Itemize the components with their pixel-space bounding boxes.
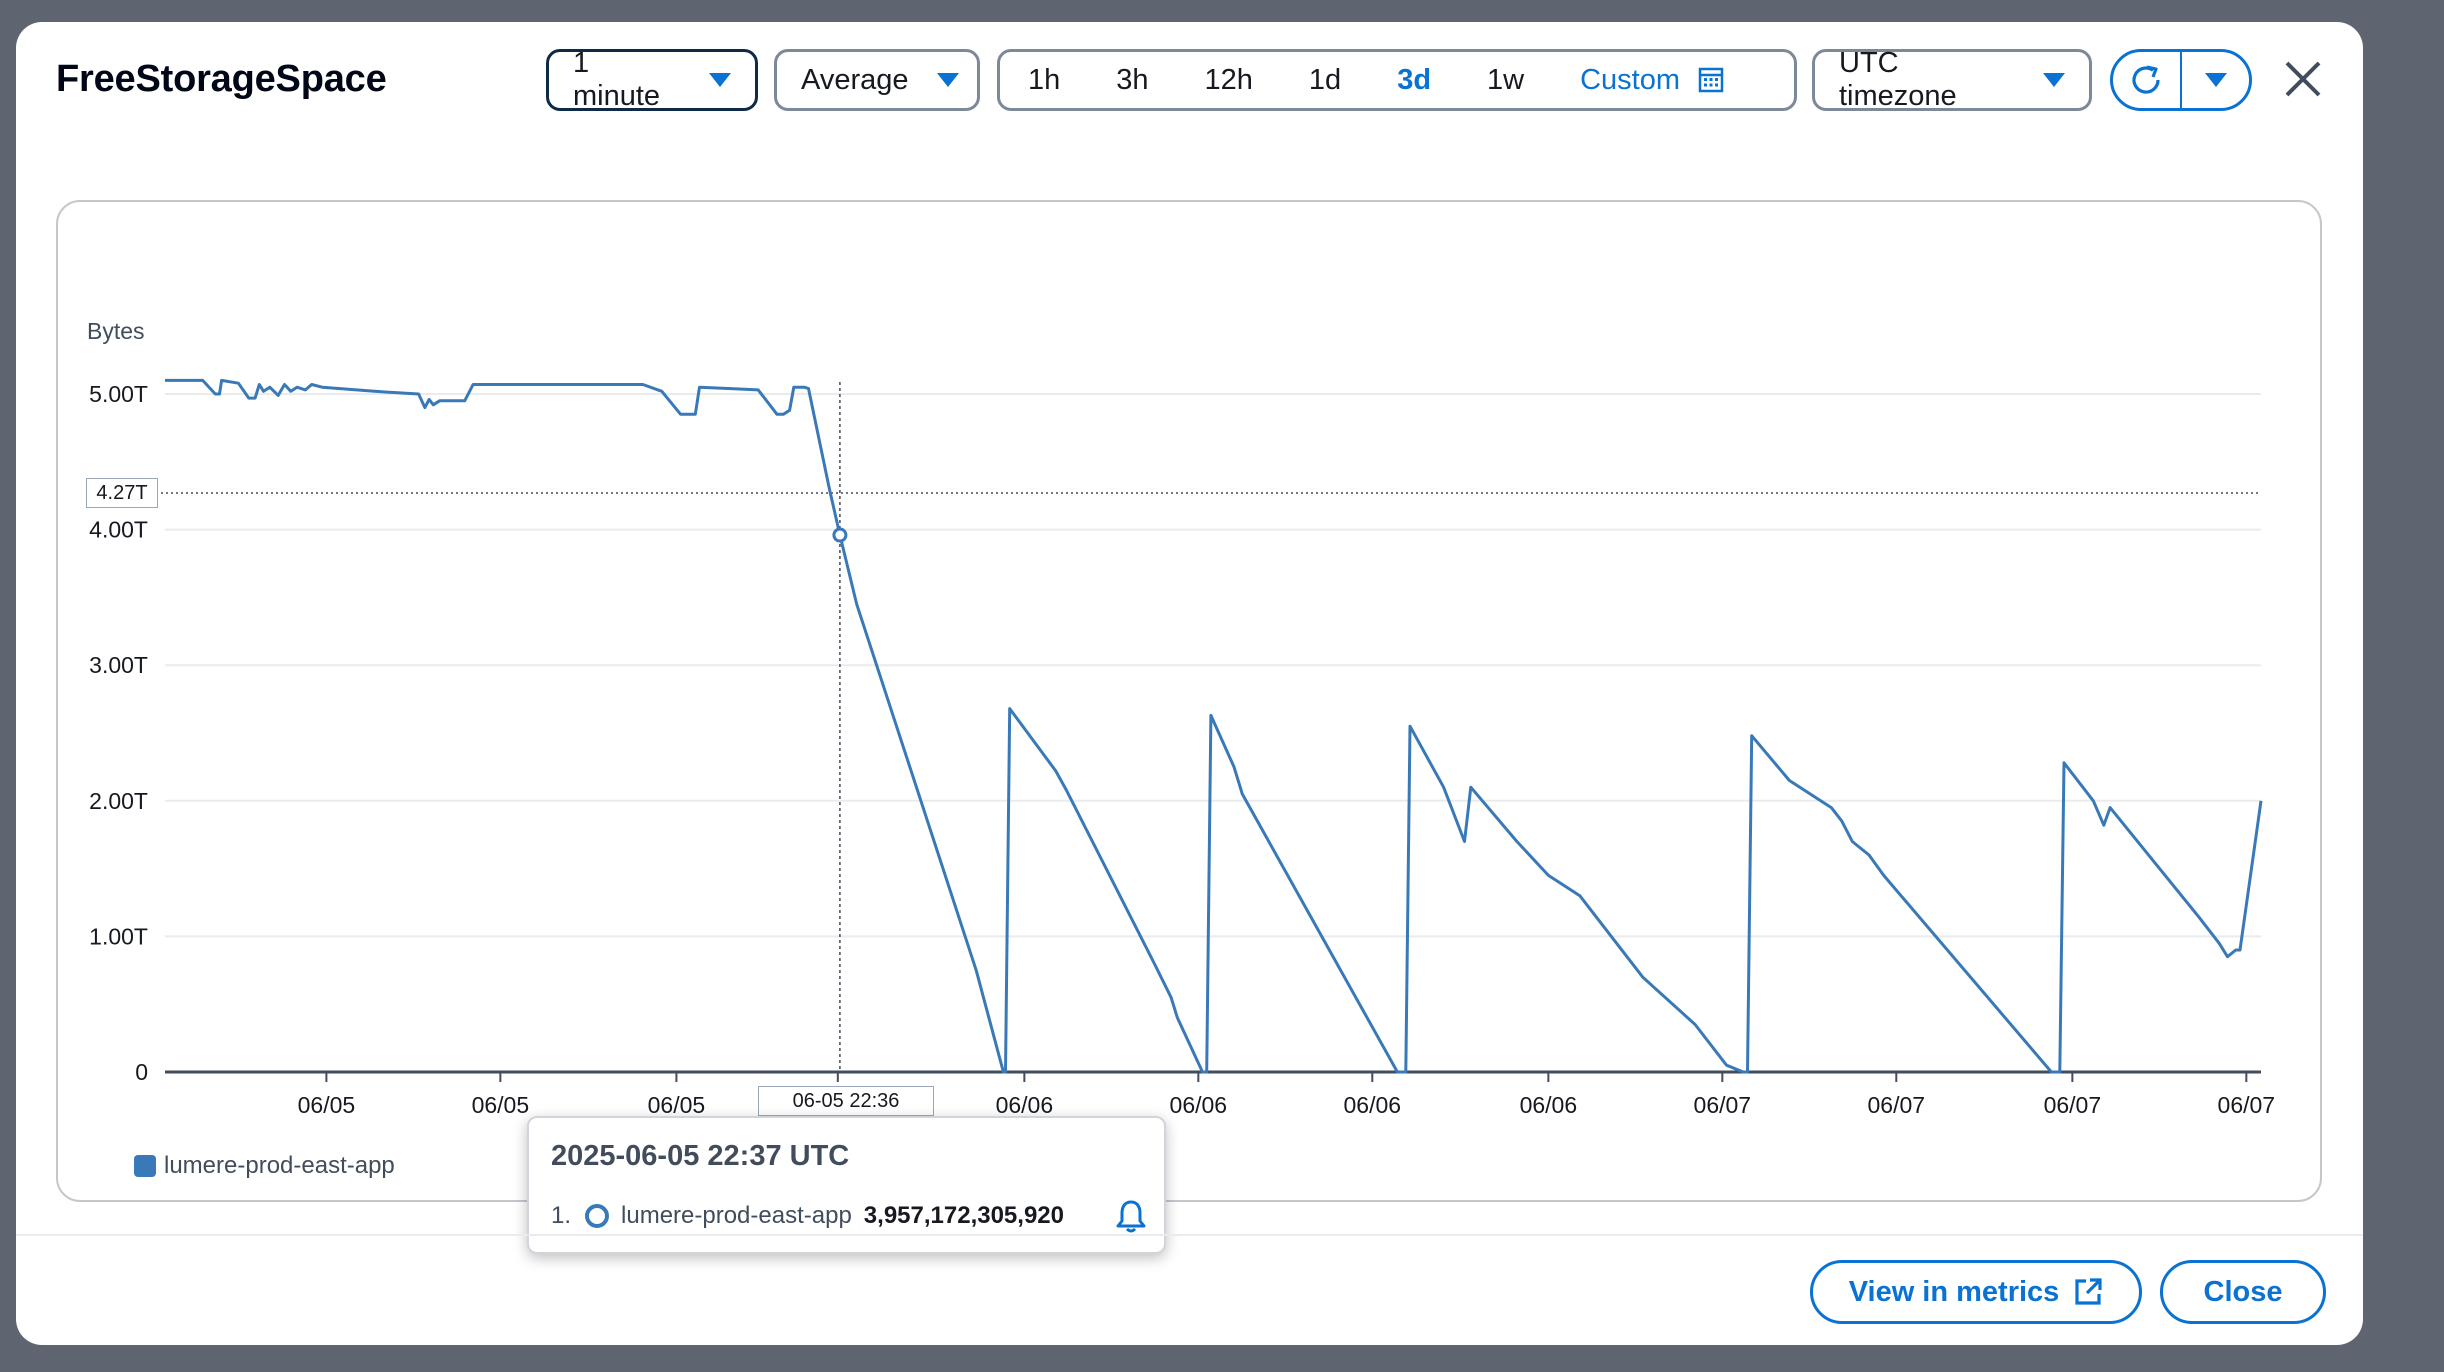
tooltip-row: 1. lumere-prod-east-app 3,957,172,305,92…: [551, 1202, 1064, 1230]
hover-point: [832, 527, 848, 543]
x-tick-label: 06/07: [1694, 1092, 1752, 1118]
x-tick-label: 06/07: [2218, 1092, 2276, 1118]
view-in-metrics-label: View in metrics: [1848, 1275, 2060, 1308]
x-tick-label: 06/05: [472, 1092, 530, 1118]
legend-swatch: [134, 1155, 156, 1177]
x-tick-label: 06/06: [1170, 1092, 1228, 1118]
view-in-metrics-button[interactable]: View in metrics: [1810, 1260, 2142, 1324]
close-button-label: Close: [2203, 1275, 2283, 1308]
close-button[interactable]: Close: [2160, 1260, 2326, 1324]
x-tick-label: 06/07: [2044, 1092, 2102, 1118]
y-tick-label: 2.00T: [89, 788, 148, 814]
legend-label: lumere-prod-east-app: [164, 1152, 395, 1179]
footer-divider: [16, 1234, 2363, 1236]
y-tick-label: 0: [135, 1059, 148, 1085]
y-axis-unit: Bytes: [87, 318, 145, 344]
y-tick-label: 5.00T: [89, 381, 148, 407]
series-marker-icon: [585, 1204, 610, 1228]
bell-icon[interactable]: [1115, 1198, 1147, 1234]
chart-legend[interactable]: lumere-prod-east-app: [134, 1152, 395, 1180]
x-tick-label: 06/05: [298, 1092, 356, 1118]
tooltip-title: 2025-06-05 22:37 UTC: [551, 1140, 850, 1172]
external-link-icon: [2075, 1278, 2102, 1305]
crosshair-x-label: 06-05 22:36: [758, 1086, 934, 1116]
metric-modal: FreeStorageSpace 1 minute Average 1h 3h …: [16, 22, 2363, 1345]
tooltip-index: 1.: [551, 1202, 572, 1229]
line-chart[interactable]: Bytes 0 1.00T 2.00T 3.00T 4.00T 5.00T 06/05 06/0…: [16, 22, 2363, 1222]
tooltip-value: 3,957,172,305,920: [863, 1202, 1064, 1229]
x-tick-label: 06/06: [1344, 1092, 1402, 1118]
x-tick-label: 06/05: [648, 1092, 706, 1118]
x-tick-label: 06/06: [1520, 1092, 1578, 1118]
y-tick-label: 3.00T: [89, 652, 148, 678]
x-tick-label: 06/07: [1868, 1092, 1926, 1118]
series-line: [165, 378, 2263, 1074]
crosshair-y-label: 4.27T: [86, 478, 158, 508]
y-tick-label: 4.00T: [89, 517, 148, 543]
tooltip-series: lumere-prod-east-app: [621, 1202, 852, 1229]
x-tick-label: 06/06: [996, 1092, 1054, 1118]
y-tick-label: 1.00T: [89, 923, 148, 949]
